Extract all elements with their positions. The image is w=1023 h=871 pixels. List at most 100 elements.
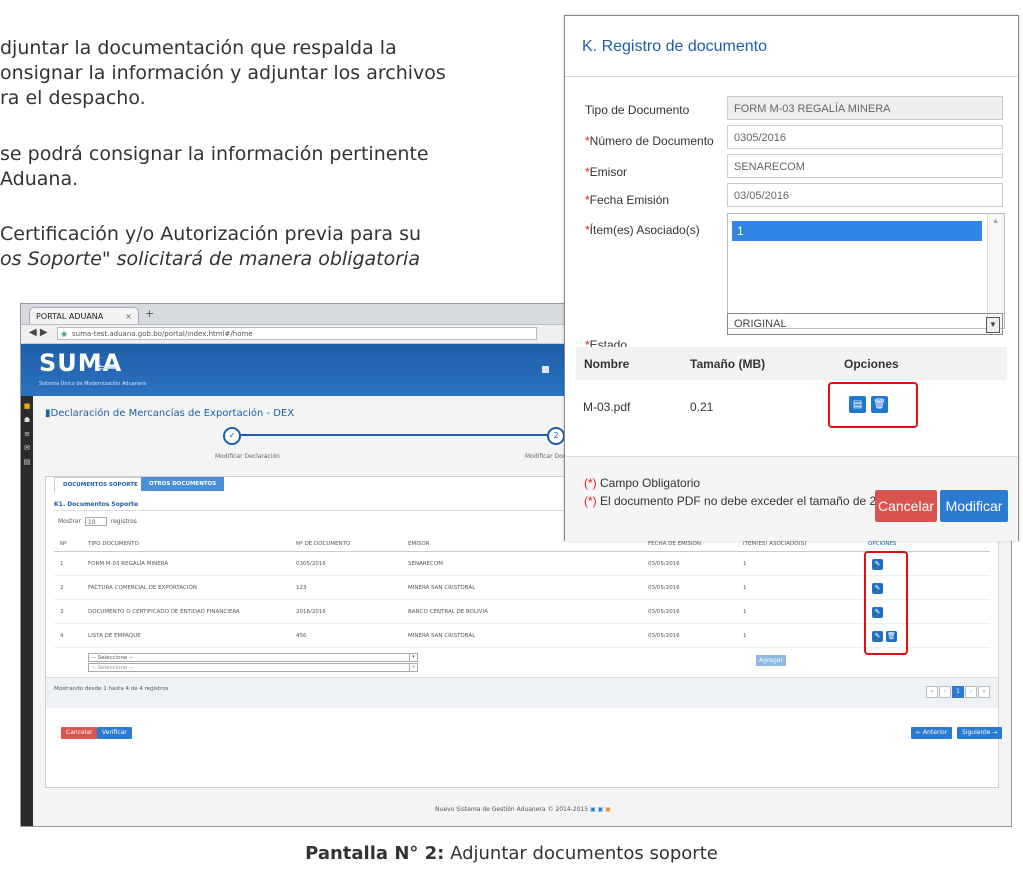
chevron-down-icon: ▾ [409,664,417,671]
paragraph-line: Aduana. [0,168,79,190]
label-tipo-documento: Tipo de Documento [585,103,689,117]
label-text: Tipo de Documento [585,103,690,117]
cell-fecha: 03/05/2016 [648,609,680,615]
required-note: (*) Campo Obligatorio [584,476,700,490]
users-icon[interactable]: ☗ [21,416,33,424]
browser-tab[interactable]: PORTAL ADUANA NACIO... × [29,307,139,338]
modal-divider [565,76,1018,77]
page-size-select[interactable]: 10 [84,517,107,526]
file-table-header: Nombre Tamaño (MB) Opciones [576,347,1007,380]
cell-items: 1 [743,633,747,639]
doc-icon[interactable]: ▤ [21,458,33,466]
cell-tipo: LISTA DE EMPAQUE [88,633,141,639]
emisor-input[interactable]: SENARECOM [727,154,1003,178]
app-subtitle: Sistema Único de Modernización Aduanera [39,381,147,387]
note-text: El documento PDF no debe exceder el tama… [596,494,900,508]
page-1-button[interactable]: 1 [952,686,964,698]
cancel-button[interactable]: Cancelar [875,490,937,522]
listbox-option[interactable]: 1 [732,221,982,241]
file-name: M-03.pdf [583,400,631,414]
estado-select[interactable]: ORIGINAL ▼ [727,313,1003,335]
verify-button[interactable]: Verificar [97,727,132,739]
cell-tipo: FACTURA COMERCIAL DE EXPORTACIÓN [88,585,197,591]
next-page-button[interactable]: › [965,686,977,698]
col-header-tipo[interactable]: TIPO DOCUMENTO [88,541,139,547]
tab-documentos-soporte[interactable]: DOCUMENTOS SOPORTE [54,477,147,492]
address-bar[interactable]: ◉ suma-test.aduana.gob.bo/portal/index.h… [57,327,537,340]
cell-fecha: 03/05/2016 [648,585,680,591]
col-header-opciones: Opciones [844,357,899,371]
records-label: registros [110,518,137,525]
tipo-documento-select[interactable]: -- Seleccione -- ▾ [88,653,418,662]
paragraph-line: Certificación y/o Autorización previa pa… [0,223,422,245]
cell-numero: 0305/2016 [296,561,326,567]
label-emisor: *Emisor [585,165,627,179]
modal-title: K. Registro de documento [582,38,767,55]
caption-label: Pantalla N° 2: [305,843,445,864]
pagination: «‹ 1 ›» [925,686,990,698]
numero-documento-input[interactable]: 0305/2016 [727,125,1003,149]
col-header-emisor[interactable]: EMISOR [408,541,429,547]
cell-emisor: SENARECOM [408,561,444,567]
col-header-nombre: Nombre [584,357,630,371]
label-text: Número de Documento [589,134,714,148]
paragraph-2: se podrá consignar la información pertin… [0,142,429,192]
page-title-text: Declaración de Mercancías de Exportación… [50,408,295,419]
fecha-emision-input[interactable]: 03/05/2016 [727,183,1003,207]
cancel-button[interactable]: Cancelar [61,727,98,739]
col-header-tamano: Tamaño (MB) [690,357,766,371]
tab-otros-documentos[interactable]: OTROS DOCUMENTOS [141,477,225,491]
chevron-down-icon: ▾ [409,654,417,661]
label-numero-documento: *Número de Documento [585,134,714,148]
col-header-items[interactable]: ÍTEM(ES) ASOCIADO(S) [743,541,806,547]
highlight-file-options-box [828,382,918,428]
cell-tipo: DOCUMENTO O CERTIFICADO DE ENTIDAD FINAN… [88,609,240,615]
next-button[interactable]: Siguiente → [957,727,1003,739]
col-header-num[interactable]: Nº [60,541,67,547]
scroll-up-icon[interactable]: ▲ [992,218,999,225]
flag-icon[interactable]: ■ [21,402,33,410]
show-label: Mostrar [58,518,81,525]
col-header-numero[interactable]: Nº DE DOCUMENTO [296,541,350,547]
cell-num: 1 [60,561,64,567]
step-1-check-icon[interactable]: ✓ [223,427,241,445]
cell-tipo: FORM M-03 REGALÍA MINERA [88,561,169,567]
previous-button[interactable]: ← Anterior [911,727,953,739]
list-icon[interactable]: ≡ [21,430,33,438]
address-text: suma-test.aduana.gob.bo/portal/index.htm… [72,330,253,338]
cell-num: 2 [60,585,64,591]
col-header-fecha[interactable]: FECHA DE EMISIÓN [648,541,701,547]
close-tab-icon[interactable]: × [125,308,132,325]
cell-items: 1 [743,561,747,567]
add-button[interactable]: Agregar [756,655,786,666]
chevron-down-icon: ▼ [986,317,1000,333]
emisor-select[interactable]: -- Seleccione -- ▾ [88,663,418,672]
first-page-button[interactable]: « [926,686,938,698]
step-1-label: Modificar Declaración [215,453,280,460]
modify-button[interactable]: Modificar [940,490,1008,522]
mail-icon[interactable]: ✉ [21,444,33,452]
row-divider [54,647,990,648]
new-tab-icon[interactable]: + [145,307,154,320]
step-2-circle[interactable]: 2 [547,427,565,445]
cell-fecha: 03/05/2016 [648,633,680,639]
col-header-opciones[interactable]: OPCIONES [868,541,897,547]
cell-items: 1 [743,609,747,615]
back-forward-icon[interactable]: ◀ ▶ [29,327,48,338]
registro-documento-modal: K. Registro de documento Tipo de Documen… [564,15,1019,541]
note-text: Campo Obligatorio [596,476,701,490]
note-mark: (*) [584,476,597,490]
page-title: ▮Declaración de Mercancías de Exportació… [45,408,294,419]
app-footer: Nuevo Sistema de Gestión Aduanera © 2014… [39,806,1007,813]
prev-page-button[interactable]: ‹ [939,686,951,698]
note-mark: (*) [584,494,597,508]
items-listbox[interactable]: 1 ▲ ▼ [727,213,1005,329]
last-page-button[interactable]: » [978,686,990,698]
left-sidebar: ■ ☗ ≡ ✉ ▤ [21,396,33,826]
social-icons[interactable]: ▣ ▣ [590,806,605,813]
cell-emisor: MINERA SAN CRISTOBAL [408,633,476,639]
label-items: *Ítem(es) Asociado(s) [585,223,700,237]
scrollbar[interactable]: ▲ ▼ [987,214,1004,328]
header-square-icon[interactable] [542,366,549,373]
rss-icon[interactable]: ▣ [605,806,611,813]
